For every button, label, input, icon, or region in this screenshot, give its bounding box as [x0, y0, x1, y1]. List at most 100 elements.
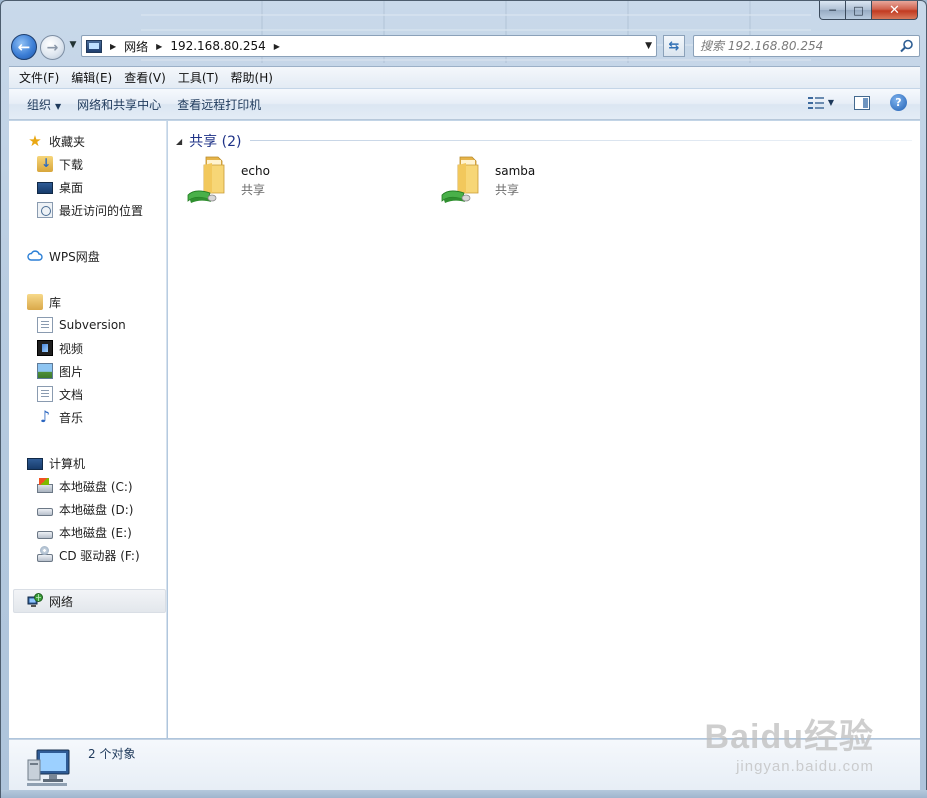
menu-tools[interactable]: 工具(T) — [172, 69, 225, 86]
network-center-button[interactable]: 网络和共享中心 — [69, 96, 169, 113]
sidebar-item-favorites[interactable]: ★ 收藏夹 — [27, 131, 85, 151]
library-icon — [27, 294, 43, 310]
sidebar-item-label: 视频 — [59, 341, 84, 356]
sidebar-item-label: 文档 — [59, 387, 84, 402]
menu-view[interactable]: 查看(V) — [118, 69, 172, 86]
sidebar-item-music[interactable]: ♪ 音乐 — [37, 407, 83, 427]
sidebar-item-label: WPS网盘 — [49, 249, 100, 264]
shared-folder-icon — [441, 156, 479, 203]
help-icon[interactable]: ? — [890, 94, 907, 111]
back-button[interactable]: ← — [11, 34, 37, 60]
window-controls: ─ □ ✕ — [819, 1, 918, 20]
sidebar-item-label: 桌面 — [59, 180, 84, 195]
star-icon: ★ — [28, 132, 42, 150]
sidebar-item-libraries[interactable]: 库 — [27, 292, 61, 312]
organize-label: 组织 — [27, 97, 52, 112]
drive-icon — [37, 530, 53, 539]
close-icon: ✕ — [889, 2, 900, 18]
maximize-icon: □ — [853, 3, 864, 17]
forward-button[interactable]: → — [40, 35, 65, 60]
chevron-down-icon: ▼ — [55, 101, 62, 111]
sidebar-item-drive-d[interactable]: 本地磁盘 (D:) — [37, 499, 133, 519]
desktop-icon — [37, 182, 53, 194]
breadcrumb-separator-icon[interactable]: ▶ — [110, 42, 116, 51]
preview-pane-icon[interactable] — [854, 95, 870, 110]
breadcrumb-separator-icon[interactable]: ▶ — [274, 42, 280, 51]
sidebar-item-computer[interactable]: 计算机 — [27, 453, 85, 473]
search-icon[interactable] — [900, 39, 914, 53]
sidebar-item-documents[interactable]: 文档 — [37, 384, 83, 404]
menu-file[interactable]: 文件(F) — [13, 69, 65, 86]
window-bottom-border — [1, 790, 927, 798]
view-printers-button[interactable]: 查看远程打印机 — [169, 96, 269, 113]
content-pane: ◢ 共享 (2) echo 共享 samba 共享 — [168, 121, 920, 738]
sidebar-item-label: 下载 — [59, 157, 84, 172]
sidebar-item-recent[interactable]: 最近访问的位置 — [37, 200, 143, 220]
cloud-icon — [27, 250, 43, 261]
document-icon — [37, 317, 53, 333]
navigation-bar: ← → ▼ ▶ 网络 ▶ 192.168.80.254 ▶ ▼ ⇆ — [9, 32, 920, 60]
sidebar-item-downloads[interactable]: 下载 — [37, 154, 83, 174]
share-item-echo[interactable]: echo 共享 — [186, 155, 386, 207]
group-title: 共享 (2) — [189, 134, 242, 150]
close-button[interactable]: ✕ — [872, 1, 918, 20]
sidebar-item-drive-e[interactable]: 本地磁盘 (E:) — [37, 522, 132, 542]
organize-button[interactable]: 组织 ▼ — [19, 96, 69, 113]
sidebar-item-subversion[interactable]: Subversion — [37, 315, 126, 335]
music-icon: ♪ — [39, 407, 51, 426]
minimize-button[interactable]: ─ — [819, 1, 846, 20]
view-options-dropdown-icon[interactable]: ▼ — [828, 98, 834, 107]
sidebar-item-network[interactable]: 网络 — [27, 591, 73, 611]
breadcrumb-host[interactable]: 192.168.80.254 — [170, 39, 265, 53]
item-count: 2 个对象 — [88, 747, 136, 761]
sidebar-item-label: 图片 — [59, 364, 84, 379]
recent-places-icon — [37, 202, 53, 218]
address-dropdown-icon[interactable]: ▼ — [645, 41, 652, 51]
search-input[interactable] — [700, 39, 890, 53]
view-controls: ▼ ? — [807, 94, 920, 111]
history-dropdown-button[interactable]: ▼ — [67, 40, 79, 54]
share-type: 共享 — [495, 183, 520, 197]
shared-folder-icon — [187, 156, 225, 203]
picture-icon — [37, 363, 53, 379]
sidebar-item-drive-f[interactable]: CD 驱动器 (F:) — [37, 545, 140, 565]
sidebar-item-videos[interactable]: 视频 — [37, 338, 83, 358]
sidebar-item-label: 音乐 — [59, 410, 84, 425]
change-view-icon[interactable] — [807, 95, 824, 110]
group-header[interactable]: ◢ 共享 (2) — [176, 131, 241, 151]
system-drive-icon — [37, 478, 53, 493]
share-type: 共享 — [241, 183, 266, 197]
network-computer-icon — [27, 749, 70, 786]
breadcrumb-separator-icon[interactable]: ▶ — [156, 42, 162, 51]
drive-icon — [37, 507, 53, 516]
sidebar-item-wps[interactable]: WPS网盘 — [27, 246, 100, 266]
sidebar-item-label: 计算机 — [49, 456, 86, 471]
sidebar-item-desktop[interactable]: 桌面 — [37, 177, 83, 197]
sidebar-item-label: 网络 — [49, 594, 74, 609]
network-icon — [27, 593, 43, 607]
share-name: echo — [241, 164, 270, 178]
menu-help[interactable]: 帮助(H) — [225, 69, 279, 86]
minimize-icon: ─ — [829, 3, 836, 17]
share-item-samba[interactable]: samba 共享 — [440, 155, 640, 207]
maximize-button[interactable]: □ — [846, 1, 872, 20]
search-box — [693, 35, 920, 57]
command-bar: 组织 ▼ 网络和共享中心 查看远程打印机 ▼ ? — [9, 89, 920, 120]
document-icon — [37, 386, 53, 402]
forward-arrow-icon: → — [46, 39, 59, 56]
cd-drive-icon — [37, 546, 53, 562]
address-bar[interactable]: ▶ 网络 ▶ 192.168.80.254 ▶ ▼ — [81, 35, 657, 57]
sidebar-item-label: 最近访问的位置 — [59, 203, 144, 218]
collapse-triangle-icon[interactable]: ◢ — [176, 137, 182, 146]
sidebar-item-drive-c[interactable]: 本地磁盘 (C:) — [37, 476, 133, 496]
menu-edit[interactable]: 编辑(E) — [65, 69, 118, 86]
downloads-folder-icon — [37, 156, 53, 172]
back-arrow-icon: ← — [17, 38, 31, 56]
sidebar-item-pictures[interactable]: 图片 — [37, 361, 83, 381]
sidebar-item-label: 本地磁盘 (E:) — [59, 525, 132, 540]
details-pane: 2 个对象 — [9, 739, 920, 790]
share-name: samba — [495, 164, 536, 178]
breadcrumb-network[interactable]: 网络 — [124, 38, 148, 55]
refresh-button[interactable]: ⇆ — [663, 35, 685, 57]
video-icon — [37, 340, 53, 356]
